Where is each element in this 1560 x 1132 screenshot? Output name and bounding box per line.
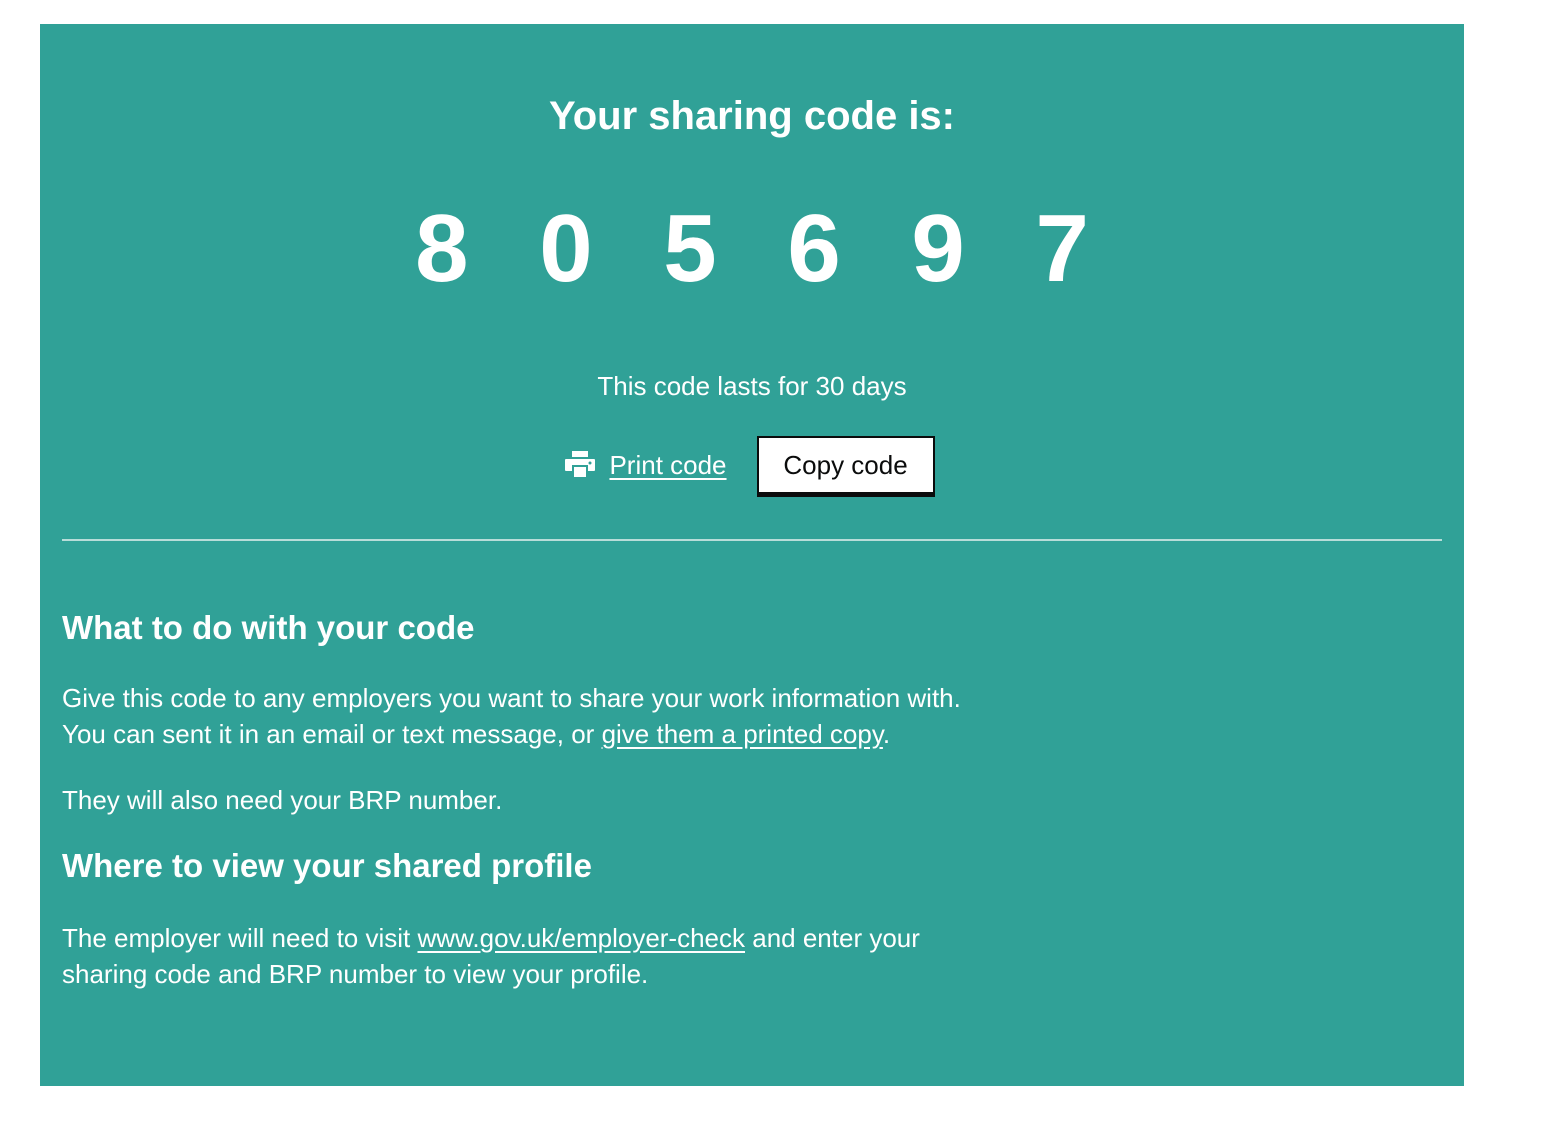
what-to-do-end: . bbox=[882, 719, 891, 749]
instructions-section: What to do with your code Give this code… bbox=[62, 594, 962, 992]
what-to-do-paragraph: Give this code to any employers you want… bbox=[62, 680, 962, 752]
sharing-code-panel: Your sharing code is: 8 0 5 6 9 7 This c… bbox=[40, 24, 1464, 1086]
where-to-view-start: The employer will need to visit bbox=[62, 923, 418, 953]
printed-copy-link[interactable]: give them a printed copy bbox=[602, 719, 883, 749]
print-code-label: Print code bbox=[609, 449, 727, 480]
section-divider bbox=[62, 539, 1442, 541]
code-actions: Print code Copy code bbox=[40, 436, 1464, 494]
copy-code-button[interactable]: Copy code bbox=[756, 436, 935, 494]
employer-check-link[interactable]: www.gov.uk/employer-check bbox=[417, 923, 745, 953]
brp-number-paragraph: They will also need your BRP number. bbox=[62, 785, 503, 815]
sharing-code-value: 8 0 5 6 9 7 bbox=[415, 195, 1111, 302]
where-to-view-paragraph: The employer will need to visit www.gov.… bbox=[62, 920, 962, 992]
code-expiry-text: This code lasts for 30 days bbox=[597, 371, 907, 401]
printer-icon bbox=[565, 451, 596, 479]
print-code-link[interactable]: Print code bbox=[565, 449, 727, 481]
what-to-do-heading: What to do with your code bbox=[62, 609, 475, 646]
where-to-view-heading: Where to view your shared profile bbox=[62, 847, 592, 884]
code-title: Your sharing code is: bbox=[549, 94, 955, 138]
